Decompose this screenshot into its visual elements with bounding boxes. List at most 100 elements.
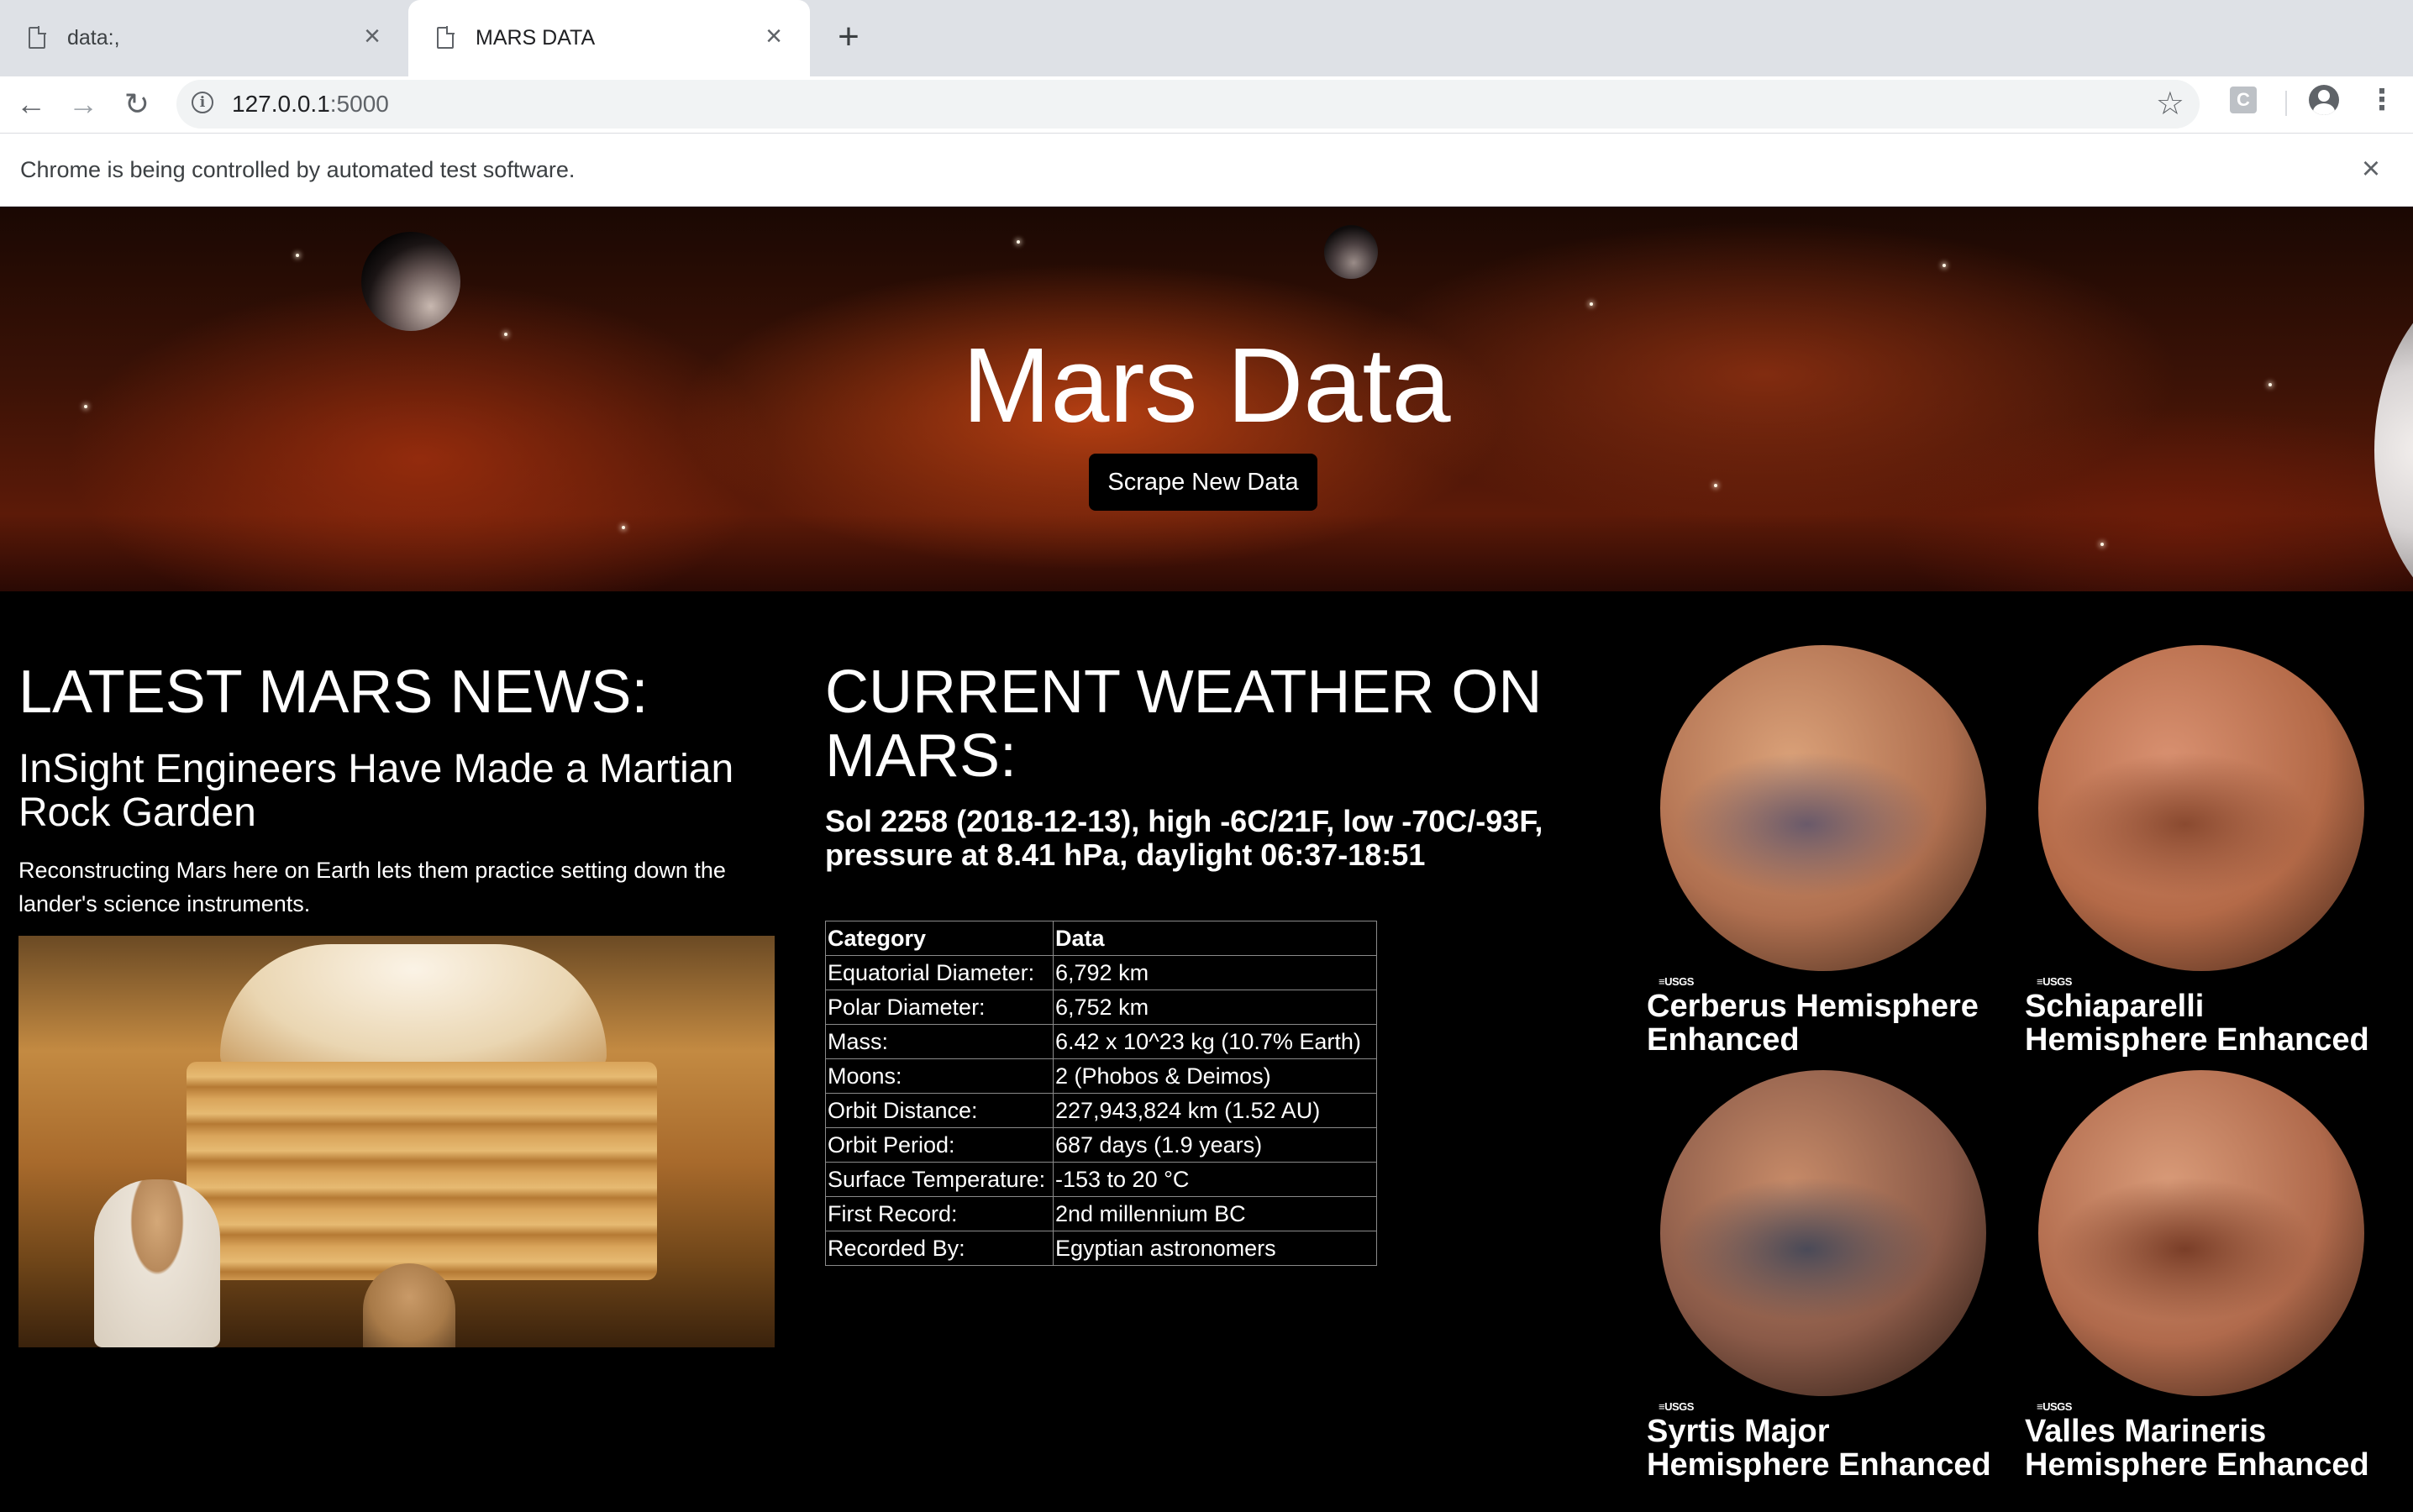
toolbar-divider — [2285, 91, 2287, 116]
table-cell: 6.42 x 10^23 kg (10.7% Earth) — [1053, 1024, 1377, 1059]
address-bar[interactable]: i 127.0.0.1:5000 ☆ — [176, 80, 2200, 129]
table-row: Mass: 6.42 x 10^23 kg (10.7% Earth) — [825, 1024, 1377, 1059]
mars-globe-image — [2038, 1070, 2364, 1396]
browser-toolbar: ← → ↻ i 127.0.0.1:5000 ☆ — [0, 76, 2413, 134]
hemisphere-card-schiaparelli[interactable]: ≡USGS Schiaparelli Hemisphere Enhanced — [2025, 637, 2378, 1057]
url-text[interactable]: 127.0.0.1:5000 — [232, 80, 389, 129]
weather-heading: CURRENT WEATHER ON MARS: — [825, 659, 1543, 790]
table-cell: Surface Temperature: — [825, 1162, 1054, 1197]
table-cell: Orbit Period: — [825, 1127, 1054, 1163]
star-decoration — [296, 254, 299, 257]
star-icon[interactable]: ☆ — [2156, 87, 2184, 122]
hemisphere-card-valles-marineris[interactable]: ≡USGS Valles Marineris Hemisphere Enhanc… — [2025, 1062, 2378, 1482]
news-section: LATEST MARS NEWS: InSight Engineers Have… — [18, 660, 791, 1347]
mars-globe-image — [1660, 1070, 1986, 1396]
table-cell: 6,752 km — [1053, 990, 1377, 1025]
lander-dome — [220, 944, 607, 1070]
hero-banner: Mars Data Scrape New Data — [0, 207, 2413, 591]
star-decoration — [1942, 264, 1946, 267]
page-viewport: Mars Data Scrape New Data LATEST MARS NE… — [0, 207, 2413, 1512]
info-icon[interactable]: i — [192, 92, 213, 113]
hemisphere-title: Valles Marineris Hemisphere Enhanced — [2025, 1414, 2369, 1483]
table-row: First Record: 2nd millennium BC — [825, 1196, 1377, 1231]
table-row: Surface Temperature: -153 to 20 °C — [825, 1162, 1377, 1197]
hemisphere-image[interactable]: ≡USGS — [1647, 637, 2000, 990]
table-cell: Recorded By: — [825, 1231, 1054, 1266]
table-cell: -153 to 20 °C — [1053, 1162, 1377, 1197]
usgs-logo: ≡USGS — [1659, 975, 1694, 988]
decorative-planet — [361, 232, 460, 331]
news-heading: LATEST MARS NEWS: — [18, 659, 649, 726]
tab-label: MARS DATA — [476, 26, 596, 50]
engineer-figure — [363, 1263, 455, 1347]
document-icon — [437, 26, 455, 49]
scrape-new-data-button[interactable]: Scrape New Data — [1089, 454, 1317, 511]
reload-icon[interactable]: ↻ — [118, 85, 156, 123]
hemisphere-title: Schiaparelli Hemisphere Enhanced — [2025, 989, 2369, 1058]
page-title: Mars Data — [962, 326, 1451, 444]
news-featured-image — [18, 936, 775, 1347]
lander-body — [187, 1062, 657, 1280]
close-icon[interactable]: × — [2354, 152, 2388, 186]
hemisphere-image[interactable]: ≡USGS — [1647, 1062, 2000, 1415]
infobar-message: Chrome is being controlled by automated … — [20, 157, 576, 182]
table-cell: 227,943,824 km (1.52 AU) — [1053, 1093, 1377, 1128]
hemisphere-image[interactable]: ≡USGS — [2025, 637, 2378, 990]
close-tab-icon[interactable]: × — [760, 22, 788, 50]
hemisphere-title: Syrtis Major Hemisphere Enhanced — [1647, 1414, 1991, 1483]
table-cell: Egyptian astronomers — [1053, 1231, 1377, 1266]
table-cell: 2nd millennium BC — [1053, 1196, 1377, 1231]
table-cell: Equatorial Diameter: — [825, 955, 1054, 990]
table-cell: 687 days (1.9 years) — [1053, 1127, 1377, 1163]
news-teaser: Reconstructing Mars here on Earth lets t… — [18, 858, 726, 916]
star-decoration — [2100, 543, 2104, 546]
tab-data-url[interactable]: data:, × — [0, 0, 408, 76]
table-row: Moons: 2 (Phobos & Deimos) — [825, 1058, 1377, 1094]
table-row: Recorded By: Egyptian astronomers — [825, 1231, 1377, 1266]
usgs-logo: ≡USGS — [1659, 1400, 1694, 1413]
kebab-menu-icon[interactable]: ⋮ — [2368, 82, 2396, 118]
forward-arrow-icon[interactable]: → — [64, 85, 103, 123]
tab-strip: data:, × MARS DATA × + — [0, 0, 2413, 76]
table-cell: 6,792 km — [1053, 955, 1377, 990]
profile-icon[interactable] — [2309, 85, 2339, 115]
table-row: Polar Diameter: 6,752 km — [825, 990, 1377, 1025]
extension-icon[interactable]: C — [2230, 87, 2257, 113]
weather-report: Sol 2258 (2018-12-13), high -6C/21F, low… — [825, 804, 1543, 872]
hemisphere-title: Cerberus Hemisphere Enhanced — [1647, 989, 1979, 1058]
table-row: Orbit Distance: 227,943,824 km (1.52 AU) — [825, 1093, 1377, 1128]
close-tab-icon[interactable]: × — [358, 22, 386, 50]
table-cell: Polar Diameter: — [825, 990, 1054, 1025]
table-row: Orbit Period: 687 days (1.9 years) — [825, 1127, 1377, 1163]
tab-mars-data[interactable]: MARS DATA × — [408, 0, 810, 76]
document-icon — [29, 26, 46, 49]
table-cell: Mass: — [825, 1024, 1054, 1059]
hemisphere-image[interactable]: ≡USGS — [2025, 1062, 2378, 1415]
automation-infobar: Chrome is being controlled by automated … — [0, 134, 2413, 207]
hemisphere-card-cerberus[interactable]: ≡USGS Cerberus Hemisphere Enhanced — [1647, 637, 2000, 1057]
decorative-planet — [1324, 225, 1378, 279]
table-cell: First Record: — [825, 1196, 1054, 1231]
table-cell: Orbit Distance: — [825, 1093, 1054, 1128]
star-decoration — [622, 526, 625, 529]
star-decoration — [1714, 484, 1717, 487]
new-tab-button[interactable]: + — [832, 18, 865, 55]
back-arrow-icon[interactable]: ← — [12, 85, 50, 123]
table-row: Equatorial Diameter: 6,792 km — [825, 955, 1377, 990]
table-header: Data — [1053, 921, 1377, 956]
weather-section: CURRENT WEATHER ON MARS: Sol 2258 (2018-… — [825, 660, 1598, 1266]
usgs-logo: ≡USGS — [2037, 975, 2072, 988]
hemisphere-card-syrtis-major[interactable]: ≡USGS Syrtis Major Hemisphere Enhanced — [1647, 1062, 2000, 1482]
usgs-logo: ≡USGS — [2037, 1400, 2072, 1413]
mars-facts-table: Category Data Equatorial Diameter: 6,792 … — [825, 921, 1377, 1266]
star-decoration — [1017, 240, 1020, 244]
mars-globe-image — [1660, 645, 1986, 971]
tab-label: data:, — [67, 26, 120, 50]
engineer-figure — [94, 1179, 220, 1347]
table-header: Category — [825, 921, 1054, 956]
table-cell: 2 (Phobos & Deimos) — [1053, 1058, 1377, 1094]
table-cell: Moons: — [825, 1058, 1054, 1094]
star-decoration — [1590, 302, 1593, 306]
mars-globe-image — [2038, 645, 2364, 971]
news-title: InSight Engineers Have Made a Martian Ro… — [18, 747, 734, 835]
